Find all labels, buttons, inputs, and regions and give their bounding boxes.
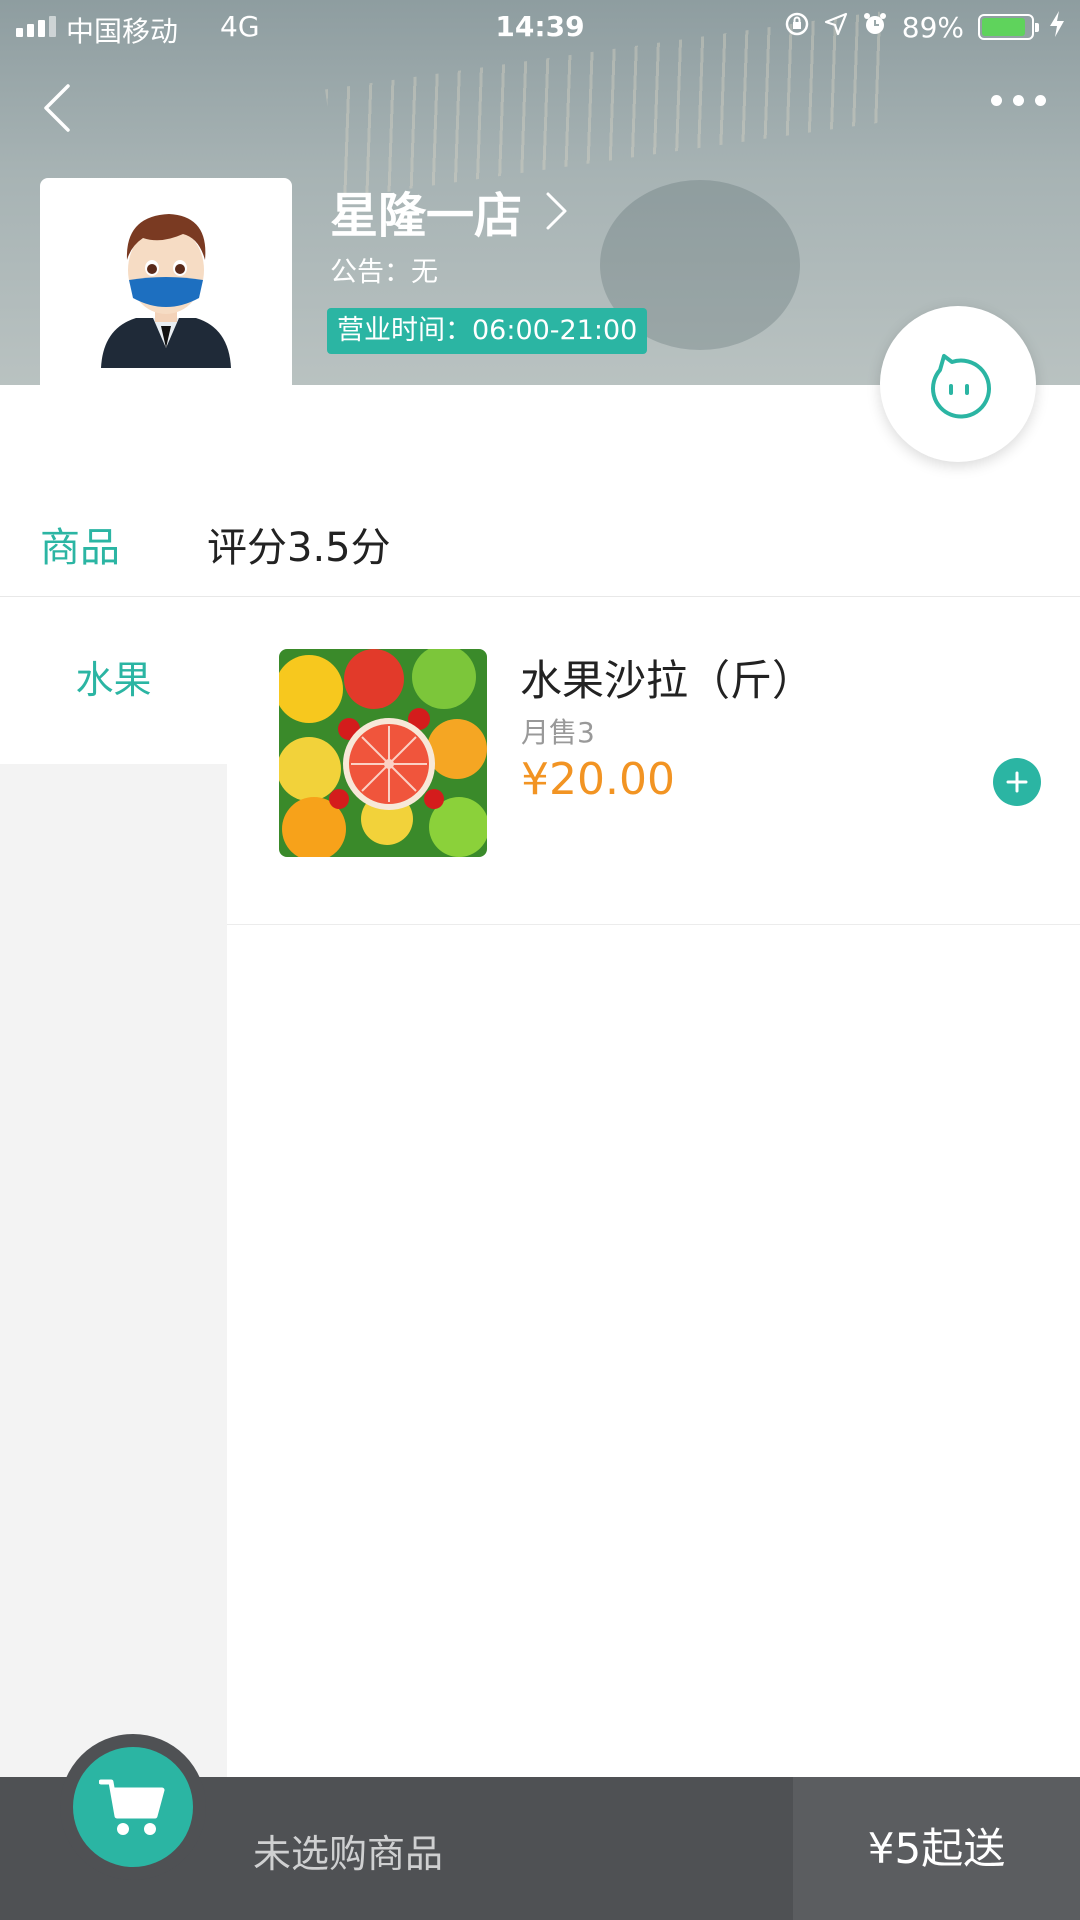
- location-icon: [824, 12, 848, 42]
- business-hours-badge: 营业时间：06:00-21:00: [327, 308, 648, 354]
- category-item-fruit[interactable]: 水果: [0, 597, 227, 764]
- shop-logo: [40, 178, 292, 385]
- cart-status: 未选购商品: [253, 1832, 444, 1876]
- chat-button[interactable]: [880, 306, 1036, 462]
- tab-rating[interactable]: 评分3.5分: [207, 515, 391, 573]
- chat-face-icon: [931, 354, 991, 419]
- battery-percent: 89%: [901, 10, 964, 44]
- chevron-right-icon[interactable]: [544, 190, 570, 232]
- chevron-left-icon: [44, 84, 70, 132]
- fruit-image: [279, 649, 487, 857]
- plus-icon: [1006, 771, 1028, 793]
- tab-goods[interactable]: 商品: [40, 515, 120, 573]
- category-sidebar: 水果: [0, 597, 227, 1777]
- shop-notice: 公告：无: [330, 257, 438, 288]
- product-item[interactable]: 水果沙拉（斤） 月售3 ¥20.00: [227, 597, 1080, 925]
- battery-icon: [978, 14, 1039, 40]
- product-sales: 月售3: [521, 716, 595, 749]
- add-to-cart-button[interactable]: [993, 758, 1041, 806]
- shop-name[interactable]: 星隆一店: [330, 176, 522, 246]
- product-name: 水果沙拉（斤）: [520, 656, 815, 705]
- more-button[interactable]: [991, 95, 1046, 106]
- back-button[interactable]: [38, 82, 82, 134]
- more-dots-icon: [991, 95, 1002, 106]
- product-price: ¥20.00: [521, 754, 675, 805]
- status-bar: 中国移动 4G 14:39 89%: [0, 0, 1080, 54]
- charging-icon: [1048, 10, 1066, 44]
- product-list: 水果沙拉（斤） 月售3 ¥20.00: [227, 597, 1080, 1777]
- shopping-cart-icon: [99, 1779, 165, 1835]
- alarm-icon: [862, 11, 888, 43]
- checkout-button[interactable]: ¥5起送: [793, 1777, 1080, 1920]
- rotation-lock-icon: [784, 11, 810, 43]
- cart-button[interactable]: [60, 1734, 206, 1880]
- avatar-masked-man-icon: [101, 214, 231, 368]
